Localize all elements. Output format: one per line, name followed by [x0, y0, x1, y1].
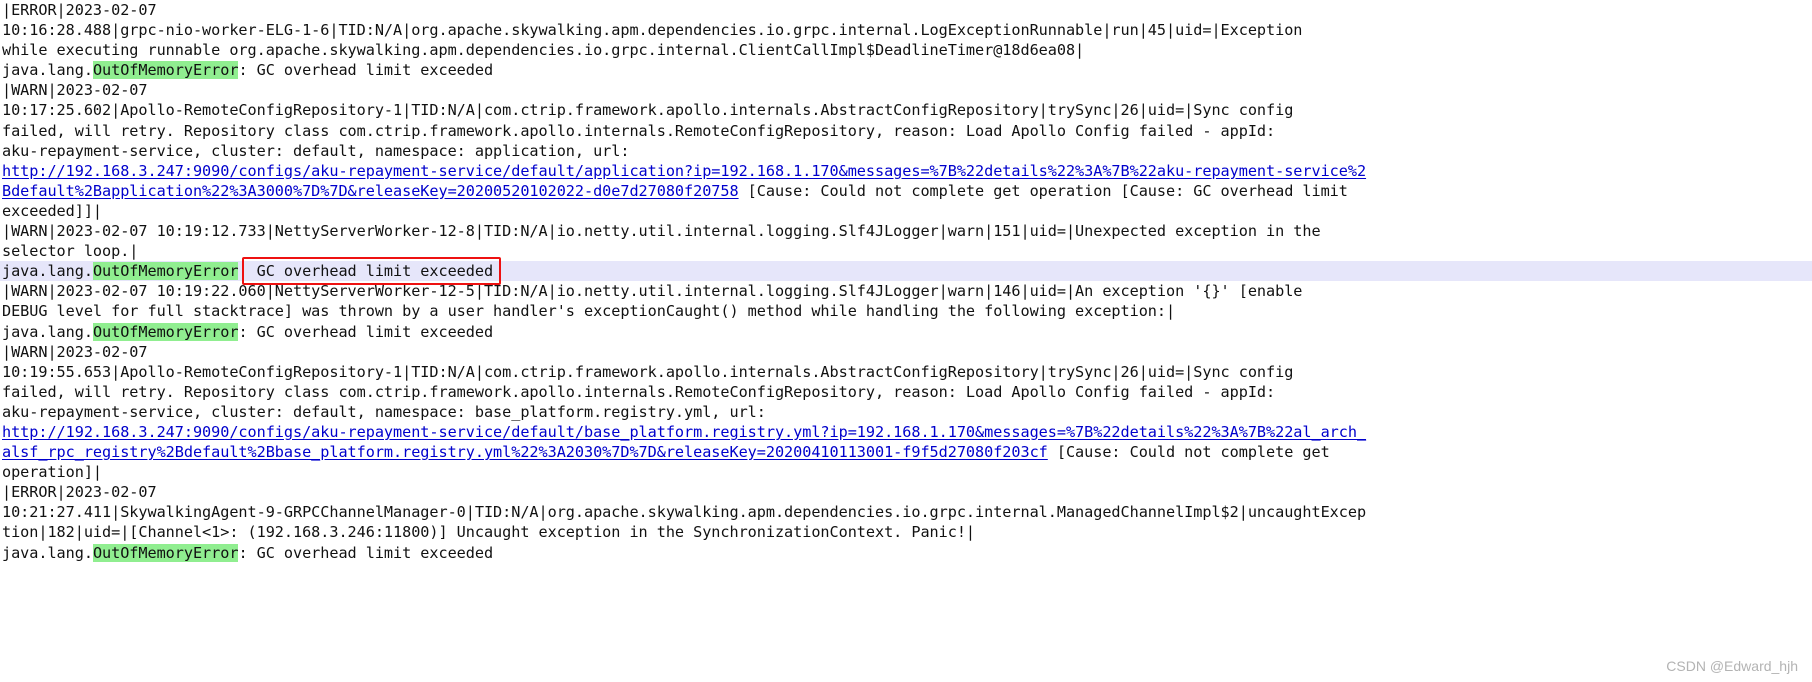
log-line[interactable]: 10:19:55.653|Apollo-RemoteConfigReposito…: [0, 362, 1812, 382]
csdn-watermark: CSDN @Edward_hjh: [1666, 658, 1798, 674]
log-text: DEBUG level for full stacktrace] was thr…: [2, 302, 1176, 321]
log-text: [Cause: Could not complete get: [1047, 443, 1330, 462]
highlighted-exception-token: OutOfMemoryError: [92, 61, 239, 80]
log-line[interactable]: DEBUG level for full stacktrace] was thr…: [0, 301, 1812, 321]
log-text: 10:19:55.653|Apollo-RemoteConfigReposito…: [2, 362, 1294, 381]
log-text: aku-repayment-service, cluster: default,…: [2, 402, 766, 421]
log-text: : GC overhead limit exceeded: [238, 61, 494, 80]
log-line[interactable]: java.lang.OutOfMemoryError: GC overhead …: [0, 60, 1812, 80]
log-text: java.lang.: [2, 262, 93, 281]
log-line[interactable]: |WARN|2023-02-07 10:19:22.060|NettyServe…: [0, 281, 1812, 301]
log-text: |ERROR|2023-02-07: [2, 1, 157, 19]
log-text: selector loop.|: [2, 242, 139, 261]
log-line[interactable]: Bdefault%2Bapplication%22%3A3000%7D%7D&r…: [0, 181, 1812, 201]
log-text: failed, will retry. Repository class com…: [2, 382, 1276, 401]
log-text: 10:21:27.411|SkywalkingAgent-9-GRPCChann…: [2, 503, 1367, 522]
log-text: |WARN|2023-02-07 10:19:22.060|NettyServe…: [2, 282, 1303, 301]
log-text: |WARN|2023-02-07: [2, 342, 148, 361]
highlighted-exception-token: OutOfMemoryError: [92, 543, 239, 562]
log-line[interactable]: 10:16:28.488|grpc-nio-worker-ELG-1-6|TID…: [0, 20, 1812, 40]
log-text: java.lang.: [2, 322, 93, 341]
highlighted-exception-token: OutOfMemoryError: [92, 262, 239, 281]
log-line[interactable]: while executing runnable org.apache.skyw…: [0, 40, 1812, 60]
log-text: failed, will retry. Repository class com…: [2, 121, 1276, 140]
log-text: : GC overhead limit exceeded: [238, 322, 494, 341]
log-text: java.lang.: [2, 61, 93, 80]
log-line[interactable]: |ERROR|2023-02-07: [0, 0, 1812, 20]
highlighted-exception-token: OutOfMemoryError: [92, 322, 239, 341]
log-text: 10:16:28.488|grpc-nio-worker-ELG-1-6|TID…: [2, 21, 1303, 40]
log-line[interactable]: exceeded]]|: [0, 201, 1812, 221]
log-line[interactable]: |ERROR|2023-02-07: [0, 482, 1812, 502]
log-text: : GC overhead limit exceeded: [238, 543, 494, 562]
log-line[interactable]: |WARN|2023-02-07 10:19:12.733|NettyServe…: [0, 221, 1812, 241]
log-text: exceeded]]|: [2, 201, 103, 220]
log-line[interactable]: 10:21:27.411|SkywalkingAgent-9-GRPCChann…: [0, 502, 1812, 522]
annotated-message-text: : GC overhead limit exceeded: [238, 262, 494, 281]
log-text: |WARN|2023-02-07: [2, 81, 148, 100]
log-url-link[interactable]: alsf_rpc_registry%2Bdefault%2Bbase_platf…: [2, 443, 1048, 461]
log-line[interactable]: failed, will retry. Repository class com…: [0, 382, 1812, 402]
log-line[interactable]: java.lang.OutOfMemoryError: GC overhead …: [0, 543, 1812, 563]
log-output-pane[interactable]: |ERROR|2023-02-07 10:16:28.488|grpc-nio-w…: [0, 0, 1812, 563]
log-line[interactable]: tion|182|uid=|[Channel<1>: (192.168.3.24…: [0, 522, 1812, 542]
log-text: tion|182|uid=|[Channel<1>: (192.168.3.24…: [2, 523, 976, 542]
log-url-link[interactable]: Bdefault%2Bapplication%22%3A3000%7D%7D&r…: [2, 182, 739, 200]
log-line[interactable]: aku-repayment-service, cluster: default,…: [0, 402, 1812, 422]
log-line[interactable]: 10:17:25.602|Apollo-RemoteConfigReposito…: [0, 100, 1812, 120]
log-line[interactable]: http://192.168.3.247:9090/configs/aku-re…: [0, 161, 1812, 181]
log-text: operation]|: [2, 463, 103, 482]
log-text: |WARN|2023-02-07 10:19:12.733|NettyServe…: [2, 222, 1321, 241]
log-line[interactable]: selector loop.|: [0, 241, 1812, 261]
log-text: |ERROR|2023-02-07: [2, 483, 157, 502]
log-line[interactable]: |WARN|2023-02-07: [0, 342, 1812, 362]
log-line[interactable]: operation]|: [0, 462, 1812, 482]
log-line[interactable]: failed, will retry. Repository class com…: [0, 121, 1812, 141]
log-url-link[interactable]: http://192.168.3.247:9090/configs/aku-re…: [2, 162, 1366, 180]
log-text: java.lang.: [2, 543, 93, 562]
log-line[interactable]: |WARN|2023-02-07: [0, 80, 1812, 100]
log-line[interactable]: java.lang.OutOfMemoryError: GC overhead …: [0, 322, 1812, 342]
log-line[interactable]: java.lang.OutOfMemoryError: GC overhead …: [0, 261, 1812, 282]
log-line[interactable]: aku-repayment-service, cluster: default,…: [0, 141, 1812, 161]
log-text: while executing runnable org.apache.skyw…: [2, 41, 1085, 60]
log-line[interactable]: alsf_rpc_registry%2Bdefault%2Bbase_platf…: [0, 442, 1812, 462]
log-text: aku-repayment-service, cluster: default,…: [2, 141, 630, 160]
log-url-link[interactable]: http://192.168.3.247:9090/configs/aku-re…: [2, 423, 1366, 441]
log-line[interactable]: http://192.168.3.247:9090/configs/aku-re…: [0, 422, 1812, 442]
log-text: 10:17:25.602|Apollo-RemoteConfigReposito…: [2, 101, 1294, 120]
log-text: [Cause: Could not complete get operation…: [738, 181, 1348, 200]
